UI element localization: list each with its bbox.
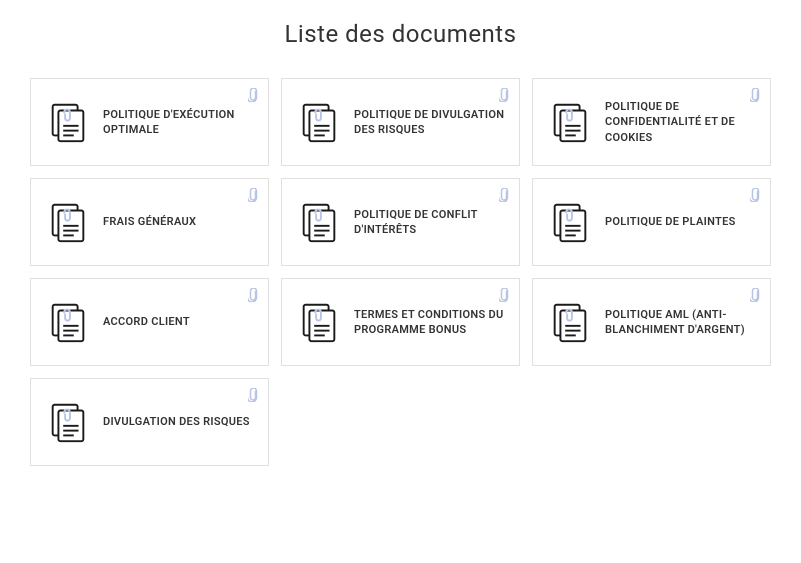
document-label: POLITIQUE DE DIVULGATION DES RISQUES	[354, 107, 505, 138]
document-label: POLITIQUE DE PLAINTES	[605, 214, 736, 229]
document-label: POLITIQUE AML (ANTI-BLANCHIMENT D'ARGENT…	[605, 307, 756, 338]
paperclip-icon	[750, 87, 760, 101]
document-label: ACCORD CLIENT	[103, 314, 190, 329]
paperclip-icon	[248, 387, 258, 401]
document-card[interactable]: POLITIQUE DE CONFLIT D'INTÉRÊTS	[281, 178, 520, 266]
document-icon	[45, 199, 91, 245]
document-card[interactable]: POLITIQUE DE CONFIDENTIALITÉ ET DE COOKI…	[532, 78, 771, 166]
document-icon	[547, 199, 593, 245]
document-label: POLITIQUE DE CONFLIT D'INTÉRÊTS	[354, 207, 505, 238]
document-icon	[296, 199, 342, 245]
document-card[interactable]: TERMES ET CONDITIONS DU PROGRAMME BONUS	[281, 278, 520, 366]
paperclip-icon	[248, 87, 258, 101]
document-label: TERMES ET CONDITIONS DU PROGRAMME BONUS	[354, 307, 505, 338]
document-icon	[45, 399, 91, 445]
document-label: POLITIQUE D'EXÉCUTION OPTIMALE	[103, 107, 254, 138]
document-icon	[547, 99, 593, 145]
document-icon	[296, 299, 342, 345]
paperclip-icon	[499, 187, 509, 201]
document-label: FRAIS GÉNÉRAUX	[103, 214, 196, 229]
document-icon	[45, 99, 91, 145]
document-icon	[547, 299, 593, 345]
document-label: DIVULGATION DES RISQUES	[103, 414, 250, 429]
document-icon	[296, 99, 342, 145]
document-icon	[45, 299, 91, 345]
document-card[interactable]: DIVULGATION DES RISQUES	[30, 378, 269, 466]
document-card[interactable]: POLITIQUE DE DIVULGATION DES RISQUES	[281, 78, 520, 166]
document-card[interactable]: FRAIS GÉNÉRAUX	[30, 178, 269, 266]
paperclip-icon	[750, 287, 760, 301]
page-title: Liste des documents	[30, 20, 771, 48]
paperclip-icon	[499, 287, 509, 301]
document-card[interactable]: ACCORD CLIENT	[30, 278, 269, 366]
paperclip-icon	[248, 287, 258, 301]
document-label: POLITIQUE DE CONFIDENTIALITÉ ET DE COOKI…	[605, 99, 756, 145]
paperclip-icon	[750, 187, 760, 201]
paperclip-icon	[248, 187, 258, 201]
document-card[interactable]: POLITIQUE AML (ANTI-BLANCHIMENT D'ARGENT…	[532, 278, 771, 366]
document-card[interactable]: POLITIQUE DE PLAINTES	[532, 178, 771, 266]
document-grid: POLITIQUE D'EXÉCUTION OPTIMALE POLITIQUE…	[30, 78, 771, 466]
document-card[interactable]: POLITIQUE D'EXÉCUTION OPTIMALE	[30, 78, 269, 166]
paperclip-icon	[499, 87, 509, 101]
